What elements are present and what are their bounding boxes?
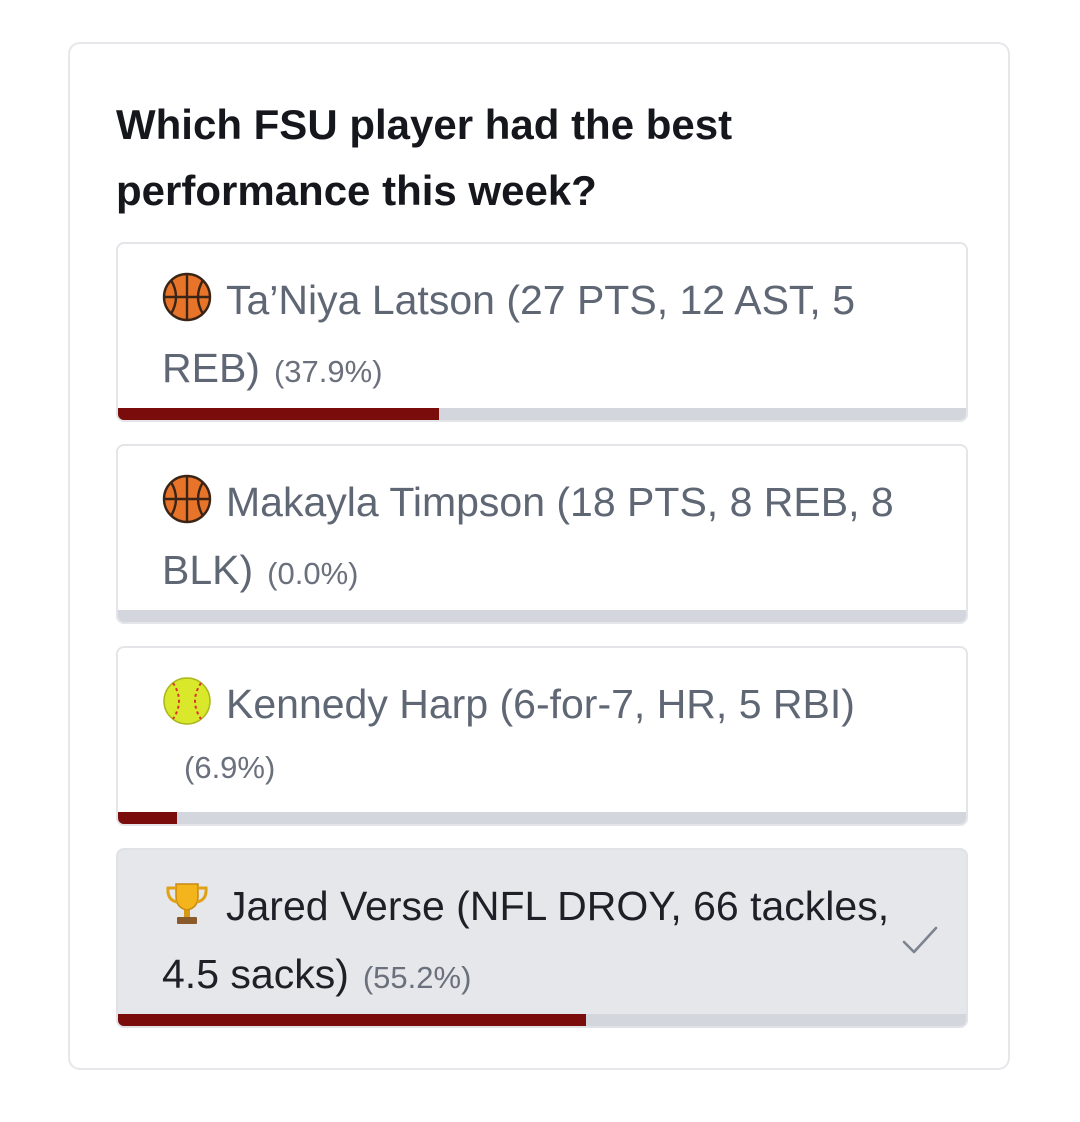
option-label: Kennedy Harp (6-for-7, HR, 5 RBI): [226, 681, 855, 727]
result-bar-track: [118, 1014, 966, 1026]
result-bar-track: [118, 812, 966, 824]
option-percent: (37.9%): [273, 354, 383, 389]
option-percent: (0.0%): [267, 556, 359, 591]
result-bar-fill: [118, 812, 177, 824]
poll-option-verse[interactable]: Jared Verse (NFL DROY, 66 tackles, 4.5 s…: [116, 848, 968, 1028]
trophy-icon: [166, 883, 208, 924]
result-bar-track: [118, 610, 966, 622]
checkmark-icon: [902, 926, 938, 954]
option-label: Ta’Niya Latson (27 PTS, 12 AST, 5 REB): [162, 277, 855, 391]
poll-option-timpson[interactable]: Makayla Timpson (18 PTS, 8 REB, 8 BLK) (0…: [116, 444, 968, 624]
poll-option-harp[interactable]: Kennedy Harp (6-for-7, HR, 5 RBI) (6.9%): [116, 646, 968, 826]
result-bar-fill: [118, 408, 440, 420]
basketball-icon: [162, 474, 212, 524]
poll-question: Which FSU player had the best performanc…: [116, 101, 733, 214]
result-bar-track: [118, 408, 966, 420]
option-percent: (55.2%): [362, 960, 472, 995]
option-percent: (6.9%): [184, 750, 276, 785]
option-label: Jared Verse (NFL DROY, 66 tackles, 4.5 s…: [162, 883, 890, 997]
result-bar-fill: [118, 1014, 587, 1026]
basketball-icon: [162, 272, 212, 322]
poll-option-latson[interactable]: Ta’Niya Latson (27 PTS, 12 AST, 5 REB) (3…: [116, 242, 968, 422]
poll-card: Which FSU player had the best performanc…: [68, 42, 1010, 1070]
softball-icon: [163, 677, 211, 725]
